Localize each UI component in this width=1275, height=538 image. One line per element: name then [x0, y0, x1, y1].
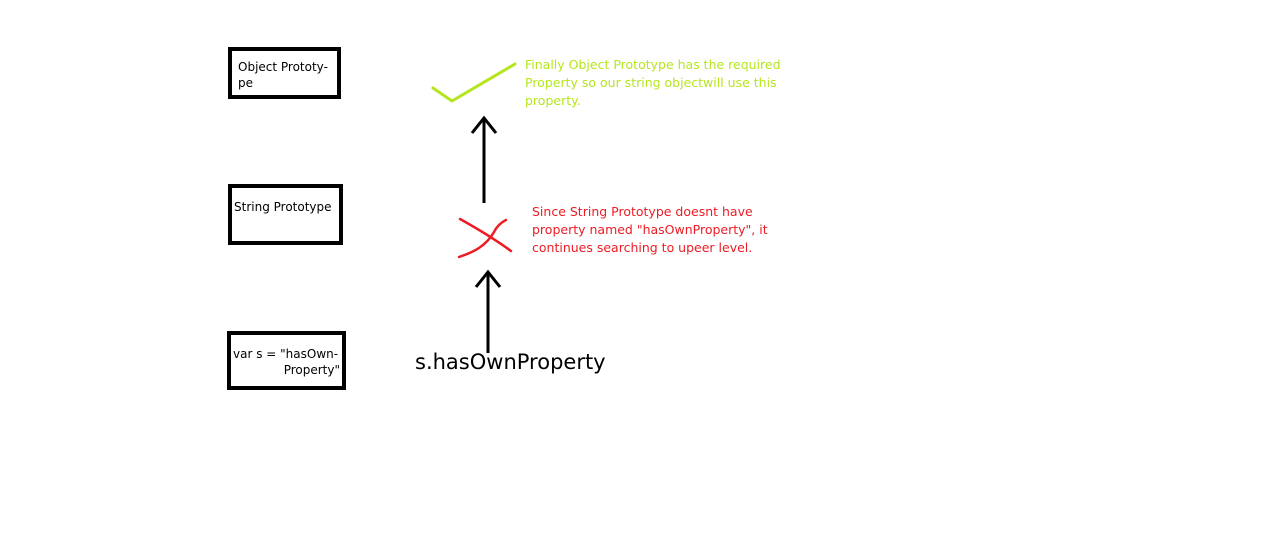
var-declaration-line1: var s = "hasOwn- [233, 347, 339, 361]
not-found-note-line: continues searching to upeer level. [532, 240, 753, 255]
not-found-note-line: Since String Prototype doesnt have [532, 204, 753, 219]
not-found-note: Since String Prototype doesnt have prope… [532, 203, 768, 257]
found-note-line: Finally Object Prototype has the require… [525, 57, 781, 72]
object-prototype-label-line1: Object Prototy- [238, 60, 328, 74]
check-stroke [431, 62, 517, 103]
string-prototype-label: String Prototype [234, 200, 332, 214]
not-found-note-line: property named "hasOwnProperty", it [532, 222, 768, 237]
string-prototype-box: String Prototype [228, 184, 343, 245]
check-icon [431, 62, 517, 103]
found-note-line: Property so our string objectwill use th… [525, 75, 777, 90]
object-prototype-box: Object Prototy- pe [228, 47, 341, 99]
object-prototype-label-line2: pe [238, 76, 253, 90]
var-declaration-box: var s = "hasOwn- Property" [227, 331, 346, 390]
cross-icon [457, 217, 513, 259]
arrow-lower [474, 269, 502, 353]
found-note: Finally Object Prototype has the require… [525, 56, 781, 110]
call-expression: s.hasOwnProperty [415, 350, 606, 374]
found-note-line: property. [525, 93, 581, 108]
var-declaration-line2: Property" [283, 363, 340, 377]
cross-stroke-1 [458, 217, 513, 253]
arrow-upper [470, 115, 498, 203]
cross-stroke-2 [457, 218, 508, 259]
